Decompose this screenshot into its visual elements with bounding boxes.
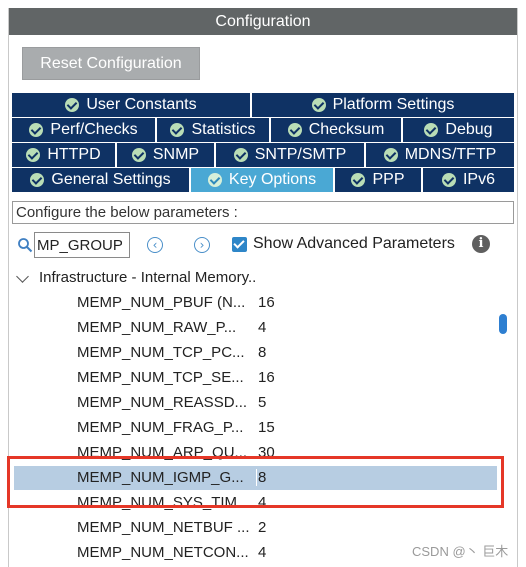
check-icon [131, 148, 146, 162]
tree-group-row[interactable]: Infrastructure - Internal Memory.. [9, 266, 489, 290]
parameter-value[interactable]: 5 [258, 394, 266, 411]
check-icon [287, 123, 302, 137]
show-advanced-label: Show Advanced Parameters [253, 235, 455, 252]
parameter-value[interactable]: 2 [258, 519, 266, 536]
check-icon [351, 173, 366, 187]
parameter-value[interactable]: 4 [258, 319, 266, 336]
parameter-name: MEMP_NUM_NETCON... [77, 544, 249, 561]
check-icon [233, 148, 248, 162]
tab-platform-settings[interactable]: Platform Settings [252, 93, 514, 117]
tab-snmp[interactable]: SNMP [117, 143, 214, 167]
search-icon [18, 238, 33, 253]
parameter-row[interactable]: MEMP_NUM_TCP_SE... 16 [9, 366, 499, 391]
show-advanced-checkbox[interactable] [232, 237, 247, 252]
check-icon [30, 173, 45, 187]
check-icon [170, 123, 185, 137]
check-icon [65, 98, 80, 112]
parameter-row[interactable]: MEMP_NUM_NETBUF ... 2 [9, 516, 499, 541]
parameter-row[interactable]: MEMP_NUM_FRAG_P... 15 [9, 416, 499, 441]
parameter-name: MEMP_NUM_TCP_PC... [77, 344, 245, 361]
parameter-value[interactable]: 8 [258, 344, 266, 361]
group-label: Infrastructure - Internal Memory.. [39, 269, 257, 286]
search-input[interactable] [34, 232, 130, 258]
check-icon [207, 173, 222, 187]
parameter-name: MEMP_NUM_FRAG_P... [77, 419, 244, 436]
tab-ppp[interactable]: PPP [335, 168, 421, 192]
parameter-row[interactable]: MEMP_NUM_PBUF (N... 16 [9, 291, 499, 316]
tab-perf-checks[interactable]: Perf/Checks [12, 118, 155, 142]
window-title: Configuration [9, 8, 517, 35]
check-icon [29, 123, 44, 137]
vertical-scrollbar-thumb[interactable] [499, 314, 507, 334]
tab-sntp-smtp[interactable]: SNTP/SMTP [216, 143, 364, 167]
parameter-name: MEMP_NUM_TCP_SE... [77, 369, 244, 386]
tab-key-options[interactable]: Key Options [191, 168, 333, 192]
check-icon [424, 123, 439, 137]
chevron-down-icon[interactable] [16, 270, 29, 283]
tab-statistics[interactable]: Statistics [157, 118, 269, 142]
watermark: CSDN @丶 巨木 [412, 544, 509, 559]
tab-checksum[interactable]: Checksum [271, 118, 401, 142]
parameter-name: MEMP_NUM_NETBUF ... [77, 519, 250, 536]
description-field: Configure the below parameters : [12, 201, 514, 224]
tab-debug[interactable]: Debug [403, 118, 514, 142]
parameter-name: MEMP_NUM_REASSD... [77, 394, 248, 411]
search-next-icon[interactable]: › [194, 237, 210, 253]
info-icon[interactable]: i [472, 235, 490, 253]
parameter-tree: Infrastructure - Internal Memory.. MEMP_… [9, 266, 517, 567]
annotation-highlight-box [7, 456, 504, 508]
check-icon [441, 173, 456, 187]
search-previous-icon[interactable]: ‹ [147, 237, 163, 253]
reset-configuration-button[interactable]: Reset Configuration [22, 47, 200, 80]
check-icon [26, 148, 41, 162]
parameter-row[interactable]: MEMP_NUM_TCP_PC... 8 [9, 341, 499, 366]
parameter-value[interactable]: 15 [258, 419, 275, 436]
parameter-row[interactable]: MEMP_NUM_REASSD... 5 [9, 391, 499, 416]
check-icon [311, 98, 326, 112]
tab-ipv6[interactable]: IPv6 [423, 168, 514, 192]
tab-user-constants[interactable]: User Constants [12, 93, 250, 117]
parameter-value[interactable]: 16 [258, 369, 275, 386]
parameter-value[interactable]: 4 [258, 544, 266, 561]
parameter-value[interactable]: 16 [258, 294, 275, 311]
tab-mdns-tftp[interactable]: MDNS/TFTP [366, 143, 514, 167]
tab-general-settings[interactable]: General Settings [12, 168, 189, 192]
parameter-name: MEMP_NUM_RAW_P... [77, 319, 237, 336]
parameter-name: MEMP_NUM_PBUF (N... [77, 294, 246, 311]
check-icon [383, 148, 398, 162]
tab-httpd[interactable]: HTTPD [12, 143, 115, 167]
parameter-row[interactable]: MEMP_NUM_RAW_P... 4 [9, 316, 499, 341]
